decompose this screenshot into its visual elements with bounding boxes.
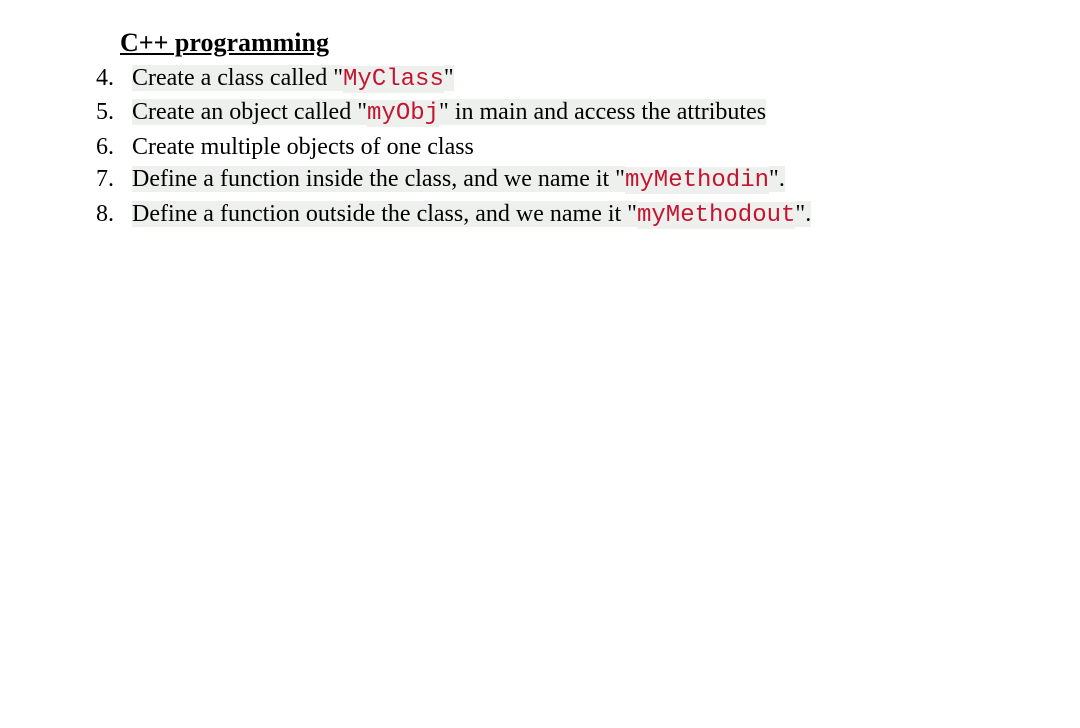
code-identifier: MyClass — [343, 66, 444, 93]
code-identifier: myMethodout — [637, 202, 795, 229]
list-text: " — [444, 65, 454, 91]
list-text: ". — [795, 201, 811, 227]
list-text: ". — [769, 166, 785, 192]
list-item: Define a function inside the class, and … — [120, 163, 1020, 197]
list-text: Create an object called " — [132, 99, 367, 125]
list-item: Create an object called "myObj" in main … — [120, 96, 1020, 130]
page-title: C++ programming — [120, 28, 1020, 58]
list-item: Create a class called "MyClass" — [120, 62, 1020, 96]
list-text: Define a function inside the class, and … — [132, 166, 625, 192]
document-content: C++ programming Create a class called "M… — [0, 0, 1080, 232]
list-item: Define a function outside the class, and… — [120, 198, 1020, 232]
list-text: Create multiple objects of one class — [132, 134, 474, 160]
list-item: Create multiple objects of one class — [120, 131, 1020, 163]
list-text: " in main and access the attributes — [439, 99, 766, 125]
list-text: Create a class called " — [132, 65, 343, 91]
task-list: Create a class called "MyClass"Create an… — [60, 62, 1020, 232]
code-identifier: myObj — [367, 100, 439, 127]
list-text: Define a function outside the class, and… — [132, 201, 637, 227]
code-identifier: myMethodin — [625, 167, 769, 194]
